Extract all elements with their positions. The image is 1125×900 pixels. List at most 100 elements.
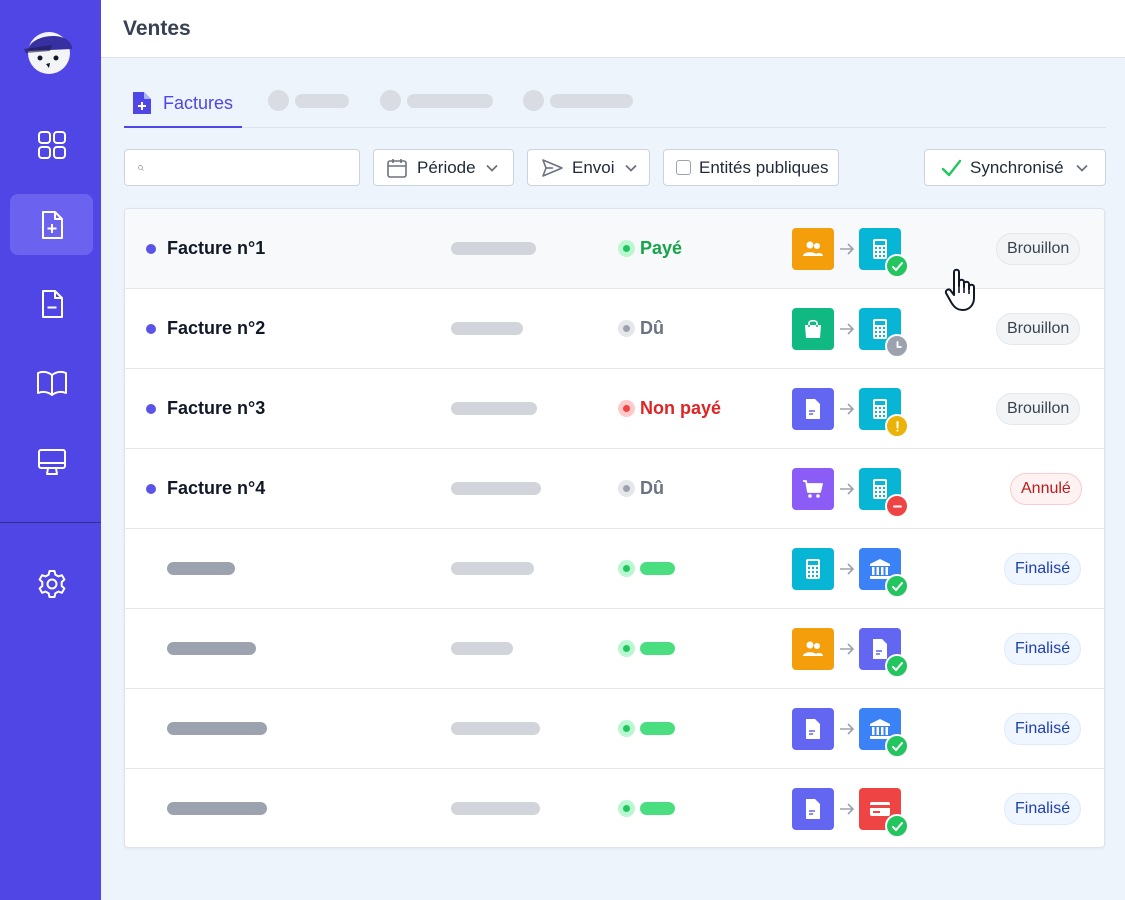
document-plus-icon [133,92,151,114]
arrow-right-icon [840,563,855,575]
status-badge: Annulé [1010,473,1082,505]
arrow-right-icon [840,643,855,655]
tab-placeholder[interactable] [523,90,633,111]
status-badge: Finalisé [1004,553,1082,585]
cart-icon [792,468,834,510]
sidebar [0,0,101,900]
send-icon [542,158,563,177]
table-row[interactable]: Facture n°4 Dû Annulé [125,449,1104,529]
tab-placeholder[interactable] [380,90,493,111]
search-icon [138,164,144,171]
public-entities-filter[interactable]: Entités publiques [663,149,839,186]
logo-icon[interactable] [22,27,74,75]
arrow-right-icon [840,803,855,815]
placeholder-bar [451,402,537,415]
check-icon [885,734,909,758]
table-row[interactable]: Finalisé [125,609,1104,689]
users-icon [792,628,834,670]
public-entities-checkbox[interactable] [676,160,691,175]
payment-status: Dû [640,318,664,338]
placeholder-bar [451,642,513,655]
placeholder-bar [167,722,267,735]
check-icon [885,254,909,278]
payment-status: Dû [640,478,664,498]
payment-status: Payé [640,238,683,258]
status-dot [618,640,635,657]
placeholder-bar [451,242,536,255]
table-row[interactable]: Facture n°3 Non payé Brouillon [125,369,1104,449]
arrow-right-icon [840,243,855,255]
top-header: Ventes [101,0,1125,58]
unread-dot [146,244,156,254]
hand-cursor-icon [944,268,975,311]
status-badge: Brouillon [996,313,1081,345]
status-placeholder [640,642,675,655]
search-field[interactable] [124,149,360,186]
placeholder-bar [451,562,534,575]
status-dot [618,560,635,577]
grid-icon [37,130,66,159]
status-badge: Finalisé [1004,713,1082,745]
invoice-name: Facture n°3 [167,398,266,418]
status-badge: Brouillon [996,393,1081,425]
sidebar-item-display[interactable] [10,431,93,492]
public-entities-label: Entités publiques [699,157,829,177]
status-dot [618,320,635,337]
period-filter[interactable]: Période [373,149,514,186]
placeholder-bar [451,482,541,495]
unread-dot [146,484,156,494]
tab-invoices[interactable]: Factures [124,80,242,128]
invoice-name: Facture n°1 [167,238,266,258]
status-dot [618,240,635,257]
tab-bar: Factures [124,80,1106,128]
status-placeholder [640,802,675,815]
send-filter[interactable]: Envoi [527,149,650,186]
table-row[interactable]: Finalisé [125,529,1104,609]
check-icon [941,159,962,176]
sidebar-item-ledger[interactable] [10,352,93,413]
sidebar-item-sales[interactable] [10,194,93,255]
arrow-right-icon [840,323,855,335]
status-dot [618,400,635,417]
placeholder-bar [167,642,256,655]
sidebar-item-dashboard[interactable] [10,114,93,175]
sync-filter[interactable]: Synchronisé [924,149,1106,186]
document-icon [792,708,834,750]
page-title: Ventes [123,17,191,40]
invoice-name: Facture n°4 [167,478,266,498]
check-icon [885,814,909,838]
users-icon [792,228,834,270]
document-icon [792,788,834,830]
table-row[interactable]: Finalisé [125,769,1104,847]
search-input[interactable] [152,158,359,177]
status-placeholder [640,562,675,575]
placeholder-bar [167,802,267,815]
period-label: Période [417,157,476,177]
arrow-right-icon [840,403,855,415]
warning-icon [885,414,909,438]
chevron-down-icon [1075,164,1088,172]
unread-dot [146,404,156,414]
status-dot [618,800,635,817]
placeholder-bar [451,802,540,815]
placeholder-bar [167,562,235,575]
status-dot [618,480,635,497]
tab-placeholder[interactable] [268,90,349,111]
status-badge: Finalisé [1004,633,1082,665]
table-row[interactable]: Finalisé [125,689,1104,769]
status-badge: Finalisé [1004,793,1082,825]
send-label: Envoi [572,157,615,177]
chevron-down-icon [624,164,637,172]
status-dot [618,720,635,737]
sidebar-item-settings[interactable] [10,553,93,614]
check-icon [885,654,909,678]
document-plus-icon [41,210,63,239]
tab-label: Factures [163,92,234,113]
placeholder-bar [451,322,523,335]
check-icon [885,574,909,598]
chevron-down-icon [485,164,498,172]
status-badge: Brouillon [996,233,1081,265]
monitor-icon [37,448,66,475]
document-minus-icon [41,289,63,318]
sidebar-item-purchases[interactable] [10,273,93,334]
